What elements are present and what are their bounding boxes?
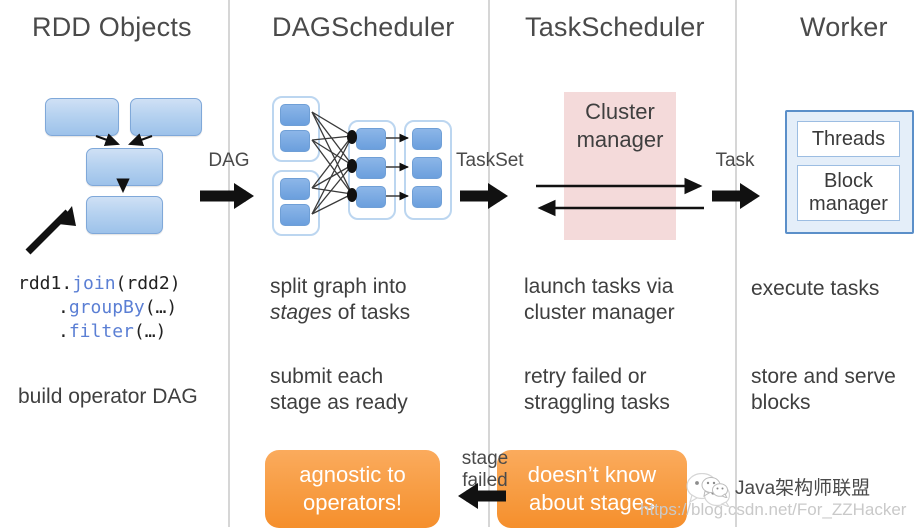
rdd-caption: build operator DAG	[18, 385, 198, 408]
dag-box-s2-a	[280, 178, 310, 200]
rdd-code-args-groupby: (…)	[144, 297, 178, 318]
spark-architecture-diagram: RDD Objects DAGScheduler TaskScheduler W…	[0, 0, 923, 528]
dag-box-r-c	[412, 186, 442, 208]
dag-desc2-line2: stage as ready	[270, 391, 408, 414]
dag-box-s1-b	[280, 130, 310, 152]
rdd-code-dot-2: .	[58, 297, 69, 318]
flow-label-dag: DAG	[208, 150, 250, 171]
column-title-rdd-objects: RDD Objects	[32, 12, 192, 42]
rdd-code-line-3: .filter(…)	[58, 320, 166, 344]
cluster-manager-line2: manager	[576, 127, 664, 152]
task-callout-line1: doesn’t know	[527, 462, 657, 487]
watermark-badge: Java架构师联盟	[701, 473, 870, 500]
dag-desc2-line1: submit each	[270, 365, 384, 388]
rdd-code-method-groupby: groupBy	[68, 297, 145, 318]
task-desc2-line2: straggling tasks	[524, 391, 670, 414]
dag-callout-line1: agnostic to	[299, 462, 406, 487]
dag-box-s2-b	[280, 204, 310, 226]
rdd-box-middle	[86, 148, 163, 186]
watermark-url: https://blog.csdn.net/For_ZZHacker	[640, 500, 907, 519]
task-desc2-line1: retry failed or	[524, 365, 647, 388]
dag-desc1-line2-rest: of tasks	[331, 301, 411, 324]
rdd-code-line-2: .groupBy(…)	[58, 296, 177, 320]
rdd-code-method-filter: filter	[68, 321, 134, 342]
task-description-2: retry failed or straggling tasks	[524, 364, 670, 416]
column-title-task-scheduler: TaskScheduler	[525, 12, 705, 42]
task-callout-line2: about stages	[529, 490, 655, 515]
cluster-manager-label: Cluster manager	[564, 98, 676, 154]
rdd-code-method-join: join	[72, 273, 116, 294]
dag-box-s1-a	[280, 104, 310, 126]
flow-arrow-taskset	[460, 183, 508, 209]
rdd-pointer-arrow	[25, 206, 76, 255]
rdd-code-line-1: rdd1.join(rdd2)	[18, 272, 181, 296]
dag-box-r-b	[412, 157, 442, 179]
task-description-1: launch tasks via cluster manager	[524, 274, 675, 326]
stage-failed-line2: failed	[462, 470, 508, 491]
flow-arrow-dag	[200, 183, 254, 209]
dag-box-r-a	[412, 128, 442, 150]
dag-box-m-c	[356, 186, 386, 208]
column-title-worker: Worker	[800, 12, 888, 42]
dag-description-2: submit each stage as ready	[270, 364, 408, 416]
cluster-manager-line1: Cluster	[585, 99, 655, 124]
flow-label-task: Task	[715, 150, 755, 171]
dag-desc1-line1: split graph into	[270, 275, 407, 298]
task-desc1-line1: launch tasks via	[524, 275, 674, 298]
dag-box-m-a	[356, 128, 386, 150]
column-divider-1	[228, 0, 230, 527]
rdd-code-object: rdd1.	[18, 273, 73, 294]
worker-description-1: execute tasks	[751, 277, 880, 300]
block-manager-line1: Block	[824, 170, 873, 192]
dag-description-1: split graph into stages of tasks	[270, 274, 410, 326]
dag-callout-agnostic: agnostic to operators!	[265, 450, 440, 528]
rdd-code-args-join: (rdd2)	[115, 273, 181, 294]
rdd-code-dot-3: .	[58, 321, 69, 342]
stage-failed-line1: stage	[461, 448, 509, 469]
rdd-code-args-filter: (…)	[133, 321, 167, 342]
watermark-badge-text: Java架构师联盟	[735, 478, 871, 499]
column-divider-3	[735, 0, 737, 527]
worker-desc2-line2: blocks	[751, 391, 811, 414]
worker-desc2-line1: store and serve	[751, 365, 896, 388]
worker-block-manager-box: Block manager	[797, 165, 900, 221]
flow-label-taskset: TaskSet	[456, 150, 524, 171]
task-desc1-line2: cluster manager	[524, 301, 675, 324]
rdd-box-top-left	[45, 98, 119, 136]
worker-threads-box: Threads	[797, 121, 900, 157]
dag-desc1-emphasis: stages	[270, 301, 332, 324]
dag-callout-line2: operators!	[302, 490, 403, 515]
column-title-dag-scheduler: DAGScheduler	[272, 12, 455, 42]
dag-box-m-b	[356, 157, 386, 179]
wechat-icon	[701, 476, 728, 498]
flow-label-stage-failed: stage failed	[455, 448, 515, 492]
worker-description-2: store and serve blocks	[751, 364, 896, 416]
block-manager-line2: manager	[809, 193, 888, 215]
rdd-box-bottom	[86, 196, 163, 234]
rdd-box-top-right	[130, 98, 202, 136]
